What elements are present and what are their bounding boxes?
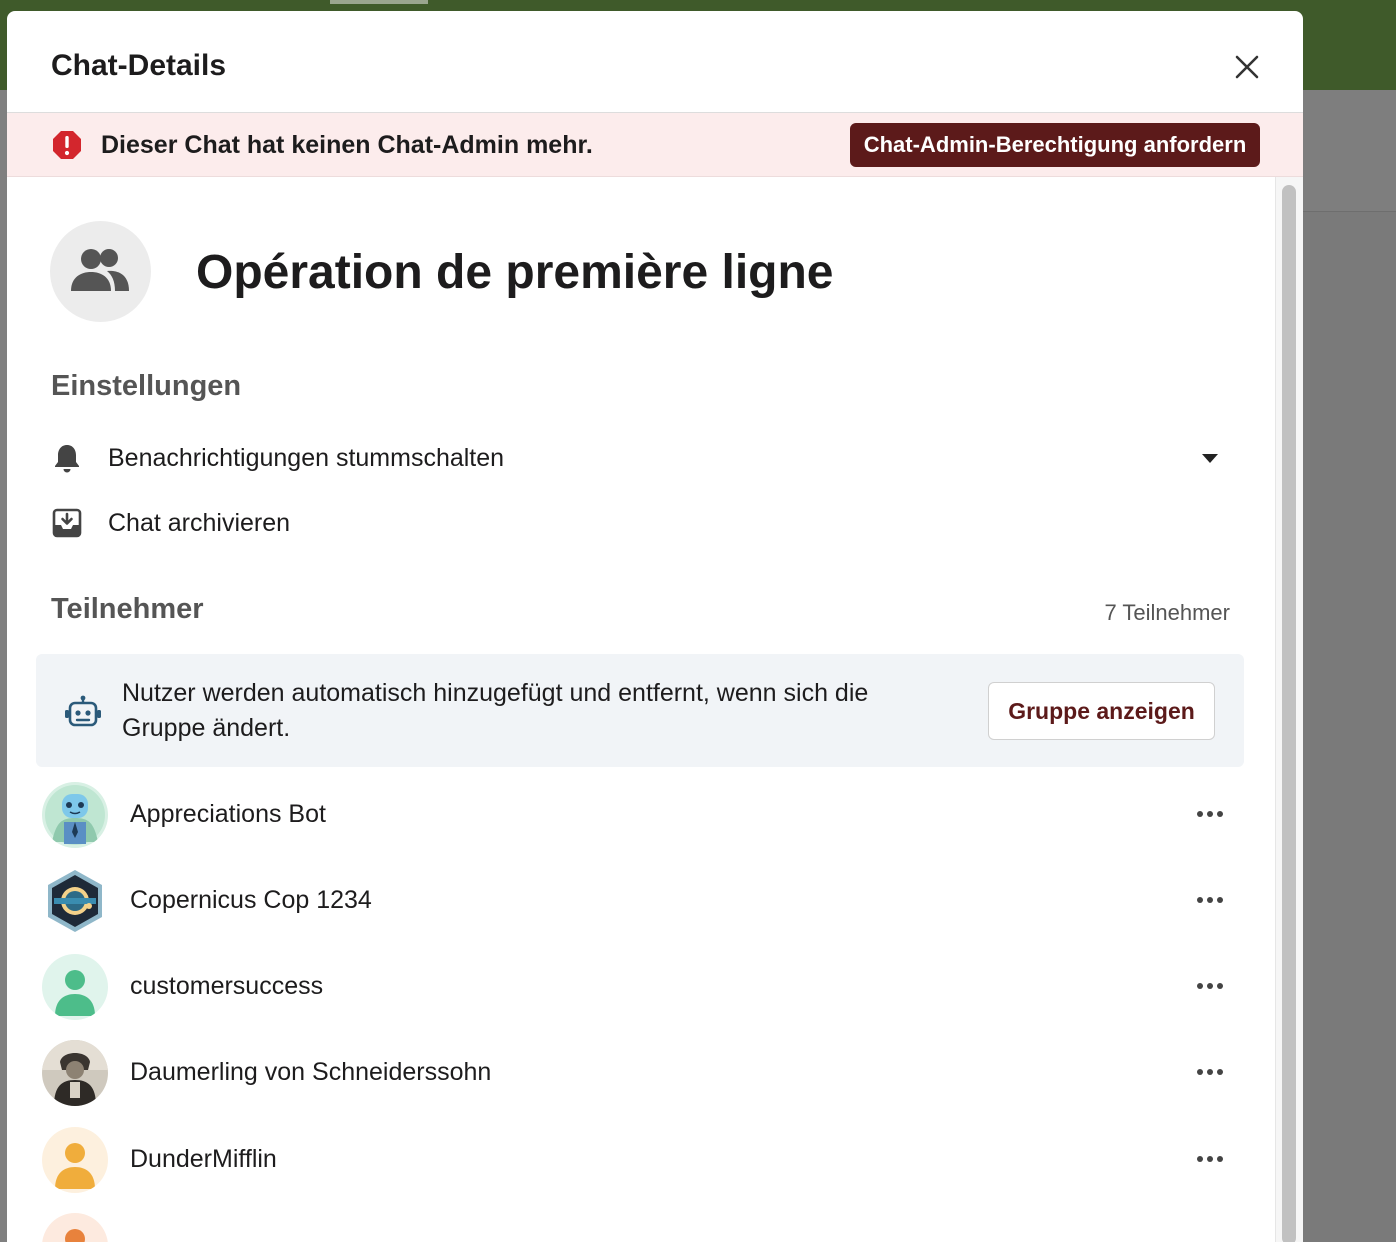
group-name: Opération de première ligne	[196, 246, 834, 299]
chat-details-modal: Chat-Details Dieser Chat hat keinen Chat…	[7, 11, 1303, 1242]
member-row[interactable]: Daumerling von Schneiderssohn	[42, 1040, 1232, 1110]
mute-notifications-row[interactable]: Benachrichtigungen stummschalten	[51, 433, 1231, 483]
member-row[interactable]: Copernicus Cop 1234	[42, 868, 1232, 938]
app-header-region	[1303, 90, 1396, 212]
auto-sync-info-text: Nutzer werden automatisch hinzugefügt un…	[122, 679, 869, 742]
group-users-icon	[71, 249, 129, 291]
scrollbar-thumb[interactable]	[1282, 185, 1296, 1242]
scrollbar[interactable]	[1275, 177, 1303, 1242]
member-row[interactable]: DunderMifflin	[42, 1127, 1232, 1197]
archive-icon	[52, 508, 82, 538]
bell-icon	[55, 445, 79, 473]
close-button[interactable]	[1229, 49, 1265, 85]
mute-notifications-label: Benachrichtigungen stummschalten	[108, 444, 505, 472]
default-user-avatar-orange	[42, 1213, 108, 1242]
app-tab-indicator	[330, 0, 428, 4]
modal-title: Chat-Details	[51, 49, 227, 82]
default-user-avatar-orange	[42, 1127, 108, 1193]
members-heading: Teilnehmer	[51, 593, 204, 625]
member-row[interactable]: Appreciations Bot	[42, 782, 1232, 852]
member-name: customersuccess	[130, 972, 324, 1000]
more-options-icon[interactable]	[1192, 802, 1228, 826]
request-admin-button[interactable]: Chat-Admin-Berechtigung anfordern	[850, 123, 1260, 167]
close-icon	[1235, 55, 1259, 79]
member-row[interactable]	[42, 1213, 1232, 1242]
settings-heading: Einstellungen	[51, 370, 242, 402]
member-name: DunderMifflin	[130, 1145, 277, 1173]
more-options-icon[interactable]	[1192, 974, 1228, 998]
member-row[interactable]: customersuccess	[42, 954, 1232, 1024]
more-options-icon[interactable]	[1192, 888, 1228, 912]
alert-text: Dieser Chat hat keinen Chat-Admin mehr.	[101, 131, 593, 159]
modal-header: Chat-Details	[7, 11, 1303, 113]
view-group-button[interactable]: Gruppe anzeigen	[988, 682, 1215, 740]
error-icon	[53, 131, 81, 159]
no-admin-alert: Dieser Chat hat keinen Chat-Admin mehr. …	[7, 113, 1303, 177]
hexagon-badge-avatar	[42, 868, 108, 934]
more-options-icon[interactable]	[1192, 1060, 1228, 1084]
photo-avatar	[42, 1040, 108, 1106]
chevron-down-icon[interactable]	[1201, 451, 1219, 465]
more-options-icon[interactable]	[1192, 1147, 1228, 1171]
archive-chat-label: Chat archivieren	[108, 509, 291, 537]
member-name: Appreciations Bot	[130, 800, 326, 828]
archive-chat-row[interactable]: Chat archivieren	[51, 498, 1231, 548]
group-avatar	[50, 221, 151, 322]
member-name: Daumerling von Schneiderssohn	[130, 1058, 492, 1086]
members-count: 7 Teilnehmer	[1104, 600, 1230, 625]
default-user-avatar-green	[42, 954, 108, 1020]
member-name: Copernicus Cop 1234	[130, 886, 372, 914]
bot-avatar	[42, 782, 108, 848]
auto-sync-info-box: Nutzer werden automatisch hinzugefügt un…	[36, 654, 1244, 767]
robot-icon	[65, 695, 101, 727]
modal-content: Opération de première ligne Einstellunge…	[7, 177, 1275, 1242]
